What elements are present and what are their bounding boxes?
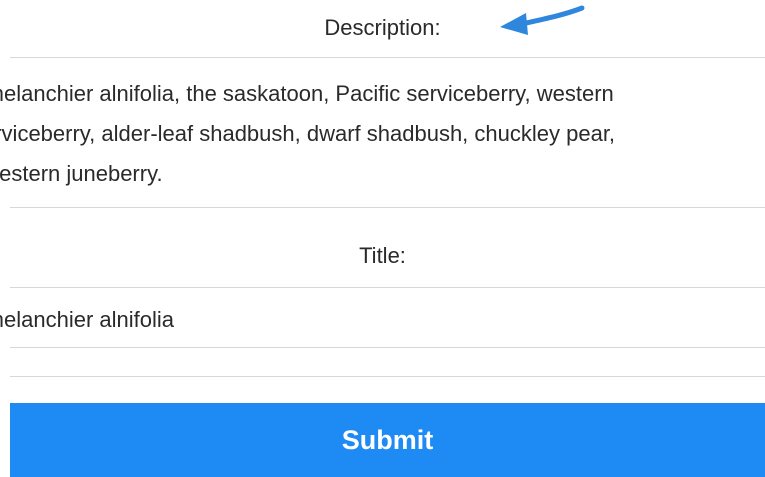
title-value: Amelanchier alnifolia: [0, 307, 174, 332]
arrow-left-icon: [500, 5, 585, 35]
description-text: Amelanchier alnifolia, the saskatoon, Pa…: [0, 74, 765, 194]
form-page: Description: Amelanchier alnifolia, the …: [0, 0, 765, 477]
description-line: western juneberry.: [0, 161, 163, 186]
submit-button[interactable]: Submit: [10, 403, 765, 477]
description-line: Amelanchier alnifolia, the saskatoon, Pa…: [0, 81, 614, 106]
description-line: serviceberry, alder-leaf shadbush, dwarf…: [0, 121, 616, 146]
description-field[interactable]: Amelanchier alnifolia, the saskatoon, Pa…: [0, 58, 765, 206]
divider: [10, 207, 765, 208]
divider: [10, 376, 765, 377]
divider: [10, 347, 765, 348]
title-field[interactable]: Amelanchier alnifolia: [0, 288, 765, 346]
title-label: Title:: [359, 243, 406, 268]
description-label: Description:: [324, 15, 441, 40]
